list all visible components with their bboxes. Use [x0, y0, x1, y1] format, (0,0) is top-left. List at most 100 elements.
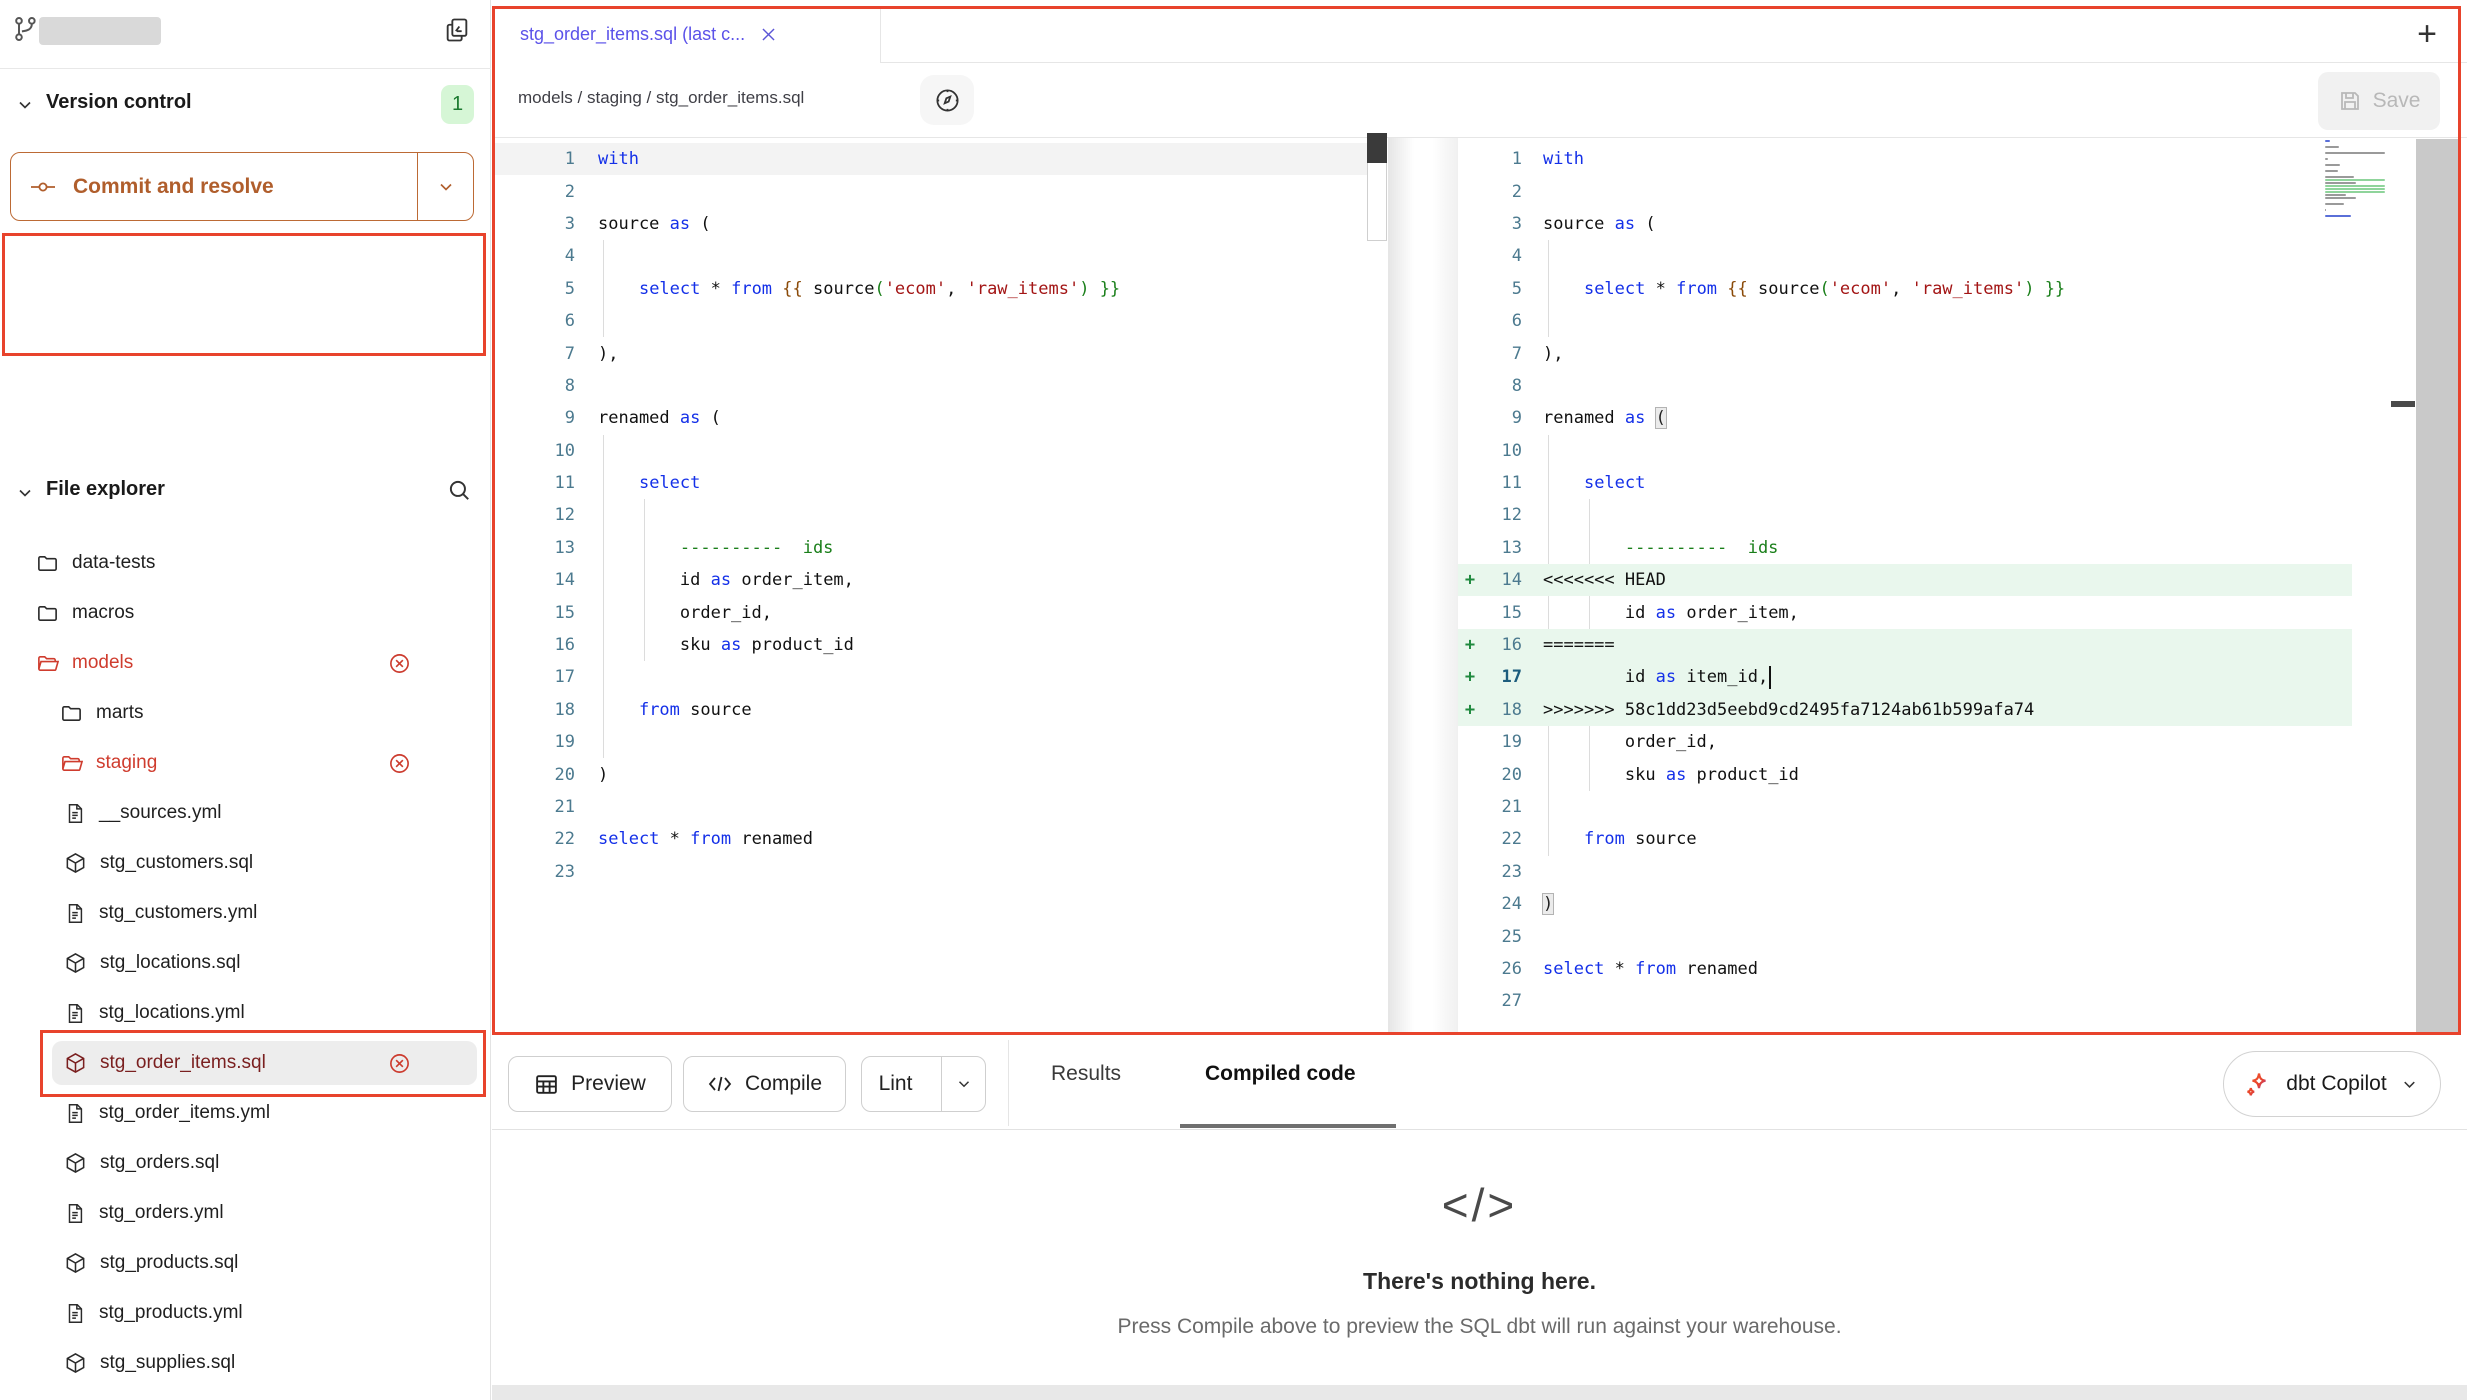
code-line-13[interactable]: 13 ---------- ids [1458, 532, 2390, 564]
diff-right-pane[interactable]: 1with23source as (45 select * from {{ so… [1458, 138, 2390, 1035]
file-row-stg-customers-yml[interactable]: stg_customers.yml [0, 888, 491, 938]
code-line-15[interactable]: 15 id as order_item, [1458, 596, 2390, 628]
code-line-12[interactable]: 12 [492, 499, 1367, 531]
code-line-6[interactable]: 6 [492, 305, 1367, 337]
left-pane-scrollbar-thumb[interactable] [1367, 133, 1387, 163]
compile-button[interactable]: Compile [683, 1056, 846, 1112]
code-line-7[interactable]: 7), [492, 337, 1367, 369]
code-line-9[interactable]: 9renamed as ( [492, 402, 1367, 434]
code-line-8[interactable]: 8 [1458, 370, 2390, 402]
right-pane-scrollbar-thumb[interactable] [2391, 401, 2415, 407]
file-row-data-tests[interactable]: data-tests [0, 538, 491, 588]
code-line-12[interactable]: 12 [1458, 499, 2390, 531]
version-control-header[interactable]: Version control [46, 91, 192, 114]
code-line-21[interactable]: 21 [1458, 791, 2390, 823]
code-line-21[interactable]: 21 [492, 791, 1367, 823]
lint-main[interactable]: Lint [862, 1057, 929, 1111]
code-line-9[interactable]: 9renamed as ( [1458, 402, 2390, 434]
preview-button[interactable]: Preview [508, 1056, 672, 1112]
tab-stg-order-items[interactable]: stg_order_items.sql (last c... [493, 6, 881, 63]
file-row-staging[interactable]: staging [0, 738, 491, 788]
code-line-10[interactable]: 10 [1458, 435, 2390, 467]
code-line-5[interactable]: 5 select * from {{ source('ecom', 'raw_i… [1458, 273, 2390, 305]
chevron-down-icon[interactable] [15, 95, 35, 115]
file-row-stg-order-items-sql[interactable]: stg_order_items.sql [0, 1038, 491, 1088]
search-icon[interactable] [446, 477, 472, 503]
code-line-14[interactable]: 14 id as order_item, [492, 564, 1367, 596]
new-tab-button[interactable]: + [2405, 12, 2449, 56]
file-row-stg-orders-yml[interactable]: stg_orders.yml [0, 1188, 491, 1238]
code-line-20[interactable]: 20 sku as product_id [1458, 758, 2390, 790]
chevron-down-icon[interactable] [15, 483, 35, 503]
code-line-17[interactable]: 17 [492, 661, 1367, 693]
code-line-25[interactable]: 25 [1458, 920, 2390, 952]
minimap[interactable] [2325, 140, 2387, 198]
code-line-27[interactable]: 27 [1458, 985, 2390, 1017]
code-line-5[interactable]: 5 select * from {{ source('ecom', 'raw_i… [492, 273, 1367, 305]
code-line-26[interactable]: 26select * from renamed [1458, 953, 2390, 985]
save-button[interactable]: Save [2318, 72, 2440, 130]
code-line-6[interactable]: 6 [1458, 305, 2390, 337]
close-icon[interactable] [759, 25, 778, 44]
lineage-button[interactable] [920, 75, 974, 125]
file-row-stg-order-items-yml[interactable]: stg_order_items.yml [0, 1088, 491, 1138]
discard-change-icon[interactable] [388, 652, 411, 675]
code-line-18[interactable]: +18>>>>>>> 58c1dd23d5eebd9cd2495fa7124ab… [1458, 694, 2390, 726]
file-row-stg-orders-sql[interactable]: stg_orders.sql [0, 1138, 491, 1188]
code-line-16[interactable]: +16======= [1458, 629, 2390, 661]
file-row-stg-supplies-sql[interactable]: stg_supplies.sql [0, 1338, 491, 1388]
code-line-3[interactable]: 3source as ( [1458, 208, 2390, 240]
code-line-4[interactable]: 4 [1458, 240, 2390, 272]
file-row-macros[interactable]: macros [0, 588, 491, 638]
code-line-11[interactable]: 11 select [492, 467, 1367, 499]
file-row-models[interactable]: models [0, 638, 491, 688]
code-line-2[interactable]: 2 [1458, 175, 2390, 207]
code-line-23[interactable]: 23 [1458, 856, 2390, 888]
code-line-20[interactable]: 20) [492, 758, 1367, 790]
file-row-stg-locations-sql[interactable]: stg_locations.sql [0, 938, 491, 988]
code-line-7[interactable]: 7), [1458, 337, 2390, 369]
diff-left-pane[interactable]: 1with23source as (45 select * from {{ so… [492, 138, 1367, 1035]
commit-and-resolve-main[interactable]: Commit and resolve [11, 153, 417, 220]
tab-compiled-code[interactable]: Compiled code [1205, 1062, 1356, 1086]
code-line-17[interactable]: +17 id as item_id, [1458, 661, 2390, 693]
discard-change-icon[interactable] [388, 752, 411, 775]
code-line-14[interactable]: +14<<<<<<< HEAD [1458, 564, 2390, 596]
code-line-11[interactable]: 11 select [1458, 467, 2390, 499]
discard-change-icon[interactable] [388, 1052, 411, 1075]
code-line-1[interactable]: 1with [492, 143, 1367, 175]
editor-right-gutter[interactable] [2416, 139, 2458, 1035]
code-line-24[interactable]: 24) [1458, 888, 2390, 920]
code-line-16[interactable]: 16 sku as product_id [492, 629, 1367, 661]
code-line-22[interactable]: 22select * from renamed [492, 823, 1367, 855]
file-row-stg-products-yml[interactable]: stg_products.yml [0, 1288, 491, 1338]
file-row--sources-yml[interactable]: __sources.yml [0, 788, 491, 838]
tab-results[interactable]: Results [1051, 1062, 1121, 1086]
code-line-23[interactable]: 23 [492, 856, 1367, 888]
lint-button[interactable]: Lint [861, 1056, 986, 1112]
dbt-copilot-button[interactable]: dbt Copilot [2223, 1051, 2441, 1117]
branch-name-placeholder[interactable] [39, 17, 161, 45]
code-line-8[interactable]: 8 [492, 370, 1367, 402]
code-line-3[interactable]: 3source as ( [492, 208, 1367, 240]
code-line-22[interactable]: 22 from source [1458, 823, 2390, 855]
code-line-4[interactable]: 4 [492, 240, 1367, 272]
lint-dropdown-button[interactable] [941, 1057, 985, 1111]
discard-change-icon[interactable] [388, 294, 411, 317]
commit-dropdown-button[interactable] [417, 153, 473, 220]
code-line-13[interactable]: 13 ---------- ids [492, 532, 1367, 564]
code-line-19[interactable]: 19 order_id, [1458, 726, 2390, 758]
changed-file-row[interactable]: stg_order_items.sql [9, 284, 476, 327]
copy-icon[interactable] [443, 15, 471, 45]
code-line-19[interactable]: 19 [492, 726, 1367, 758]
code-line-15[interactable]: 15 order_id, [492, 596, 1367, 628]
code-line-10[interactable]: 10 [492, 435, 1367, 467]
file-explorer-header[interactable]: File explorer [46, 478, 165, 501]
file-row-stg-customers-sql[interactable]: stg_customers.sql [0, 838, 491, 888]
horizontal-scrollbar[interactable] [492, 1385, 2467, 1400]
code-line-1[interactable]: 1with [1458, 143, 2390, 175]
code-line-18[interactable]: 18 from source [492, 694, 1367, 726]
file-row-marts[interactable]: marts [0, 688, 491, 738]
commit-and-resolve-button[interactable]: Commit and resolve [10, 152, 474, 221]
code-line-2[interactable]: 2 [492, 175, 1367, 207]
